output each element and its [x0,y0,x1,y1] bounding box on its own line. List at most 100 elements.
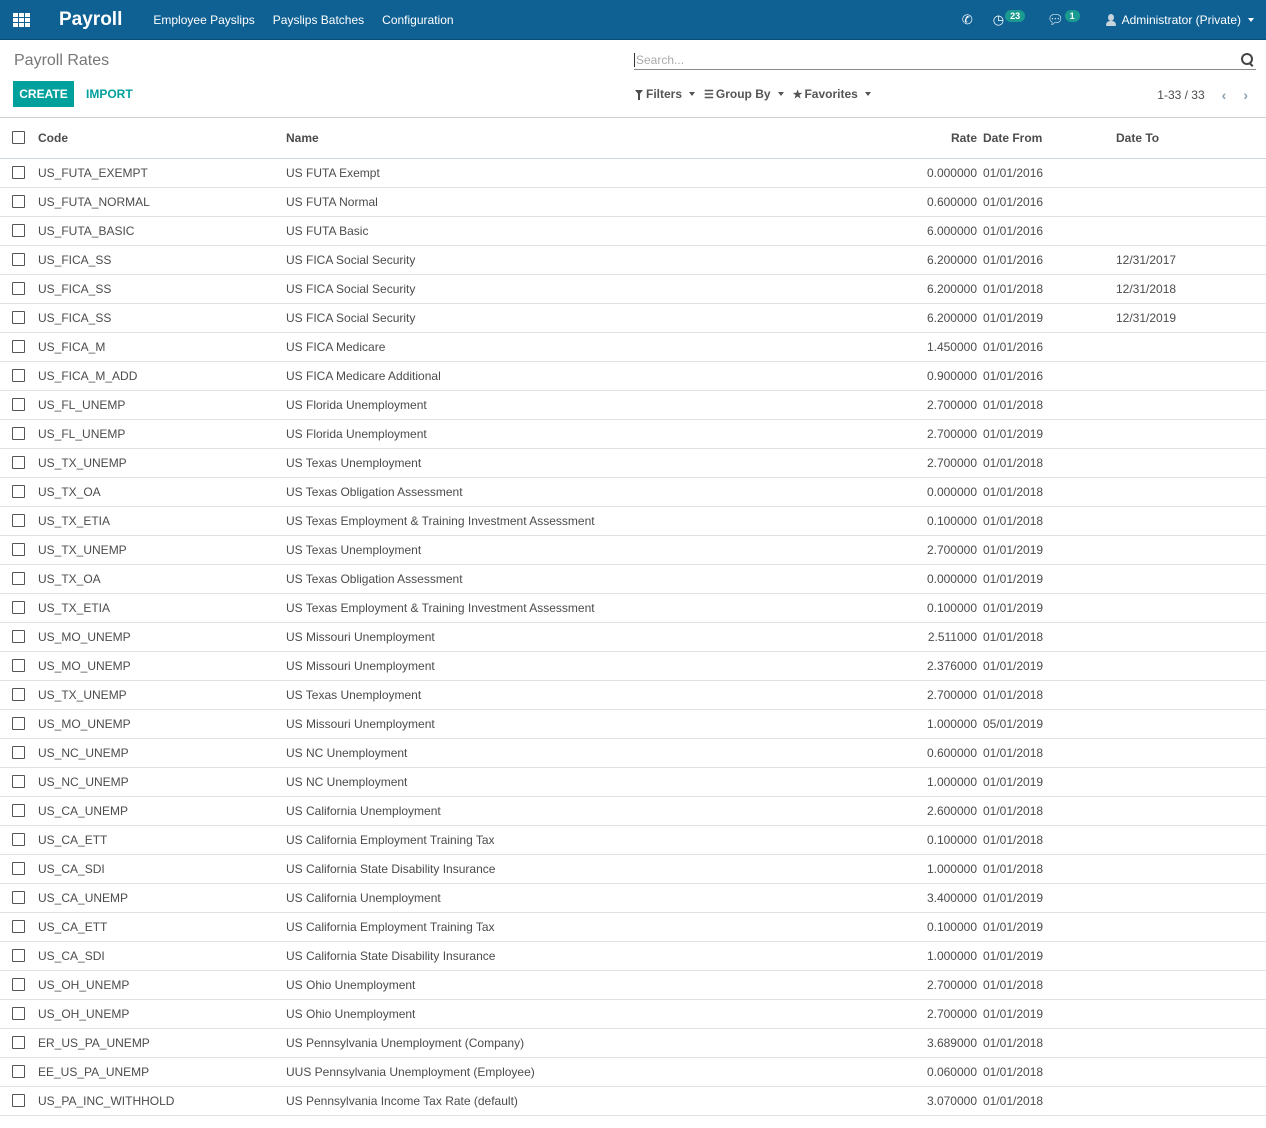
cell-date-from[interactable]: 01/01/2016 [981,187,1116,217]
cell-date-from[interactable]: 01/01/2018 [981,390,1116,420]
cell-rate[interactable]: 0.100000 [889,506,981,536]
favorites-dropdown[interactable]: ★ Favorites [793,87,871,101]
cell-name[interactable]: US Missouri Unemployment [286,651,889,681]
cell-date-to[interactable] [1116,1086,1266,1116]
cell-code[interactable]: EE_US_PA_UNEMP [38,1057,286,1087]
cell-code[interactable]: US_FICA_M_ADD [38,361,286,391]
row-checkbox[interactable] [12,862,25,875]
cell-date-from[interactable]: 01/01/2019 [981,883,1116,913]
cell-code[interactable]: US_FICA_SS [38,274,286,304]
cell-name[interactable]: US Florida Unemployment [286,390,889,420]
cell-name[interactable]: US FUTA Exempt [286,158,889,188]
cell-code[interactable]: US_PA_INC_WITHHOLD [38,1086,286,1116]
row-checkbox[interactable] [12,485,25,498]
cell-rate[interactable]: 0.100000 [889,593,981,623]
cell-name[interactable]: UUS Pennsylvania Unemployment (Employee) [286,1057,889,1087]
cell-date-from[interactable]: 01/01/2018 [981,274,1116,304]
cell-date-from[interactable]: 01/01/2019 [981,912,1116,942]
cell-rate[interactable]: 3.689000 [889,1028,981,1058]
table-row[interactable]: US_FL_UNEMP US Florida Unemployment 2.7000… [0,390,1266,420]
cell-date-from[interactable]: 01/01/2018 [981,1057,1116,1087]
cell-rate[interactable]: 0.600000 [889,738,981,768]
cell-rate[interactable]: 1.000000 [889,941,981,971]
cell-date-from[interactable]: 01/01/2016 [981,216,1116,246]
cell-code[interactable]: US_CA_SDI [38,854,286,884]
row-checkbox[interactable] [12,369,25,382]
cell-rate[interactable]: 6.000000 [889,216,981,246]
cell-code[interactable]: ER_US_PA_UNEMP [38,1028,286,1058]
row-checkbox[interactable] [12,340,25,353]
cell-name[interactable]: US Missouri Unemployment [286,622,889,652]
cell-name[interactable]: US Florida Unemployment [286,419,889,449]
cell-rate[interactable]: 0.100000 [889,912,981,942]
cell-rate[interactable]: 6.200000 [889,303,981,333]
cell-code[interactable]: US_TX_ETIA [38,593,286,623]
cell-rate[interactable]: 0.000000 [889,564,981,594]
cell-date-from[interactable]: 01/01/2019 [981,535,1116,565]
table-row[interactable]: US_CA_UNEMP US California Unemployment 3.4… [0,883,1266,913]
cell-date-to[interactable] [1116,709,1266,739]
cell-name[interactable]: US FICA Social Security [286,274,889,304]
apps-menu-icon[interactable] [13,12,30,27]
cell-code[interactable]: US_FL_UNEMP [38,390,286,420]
cell-rate[interactable]: 2.700000 [889,419,981,449]
cell-code[interactable]: US_CA_ETT [38,912,286,942]
cell-name[interactable]: US California Employment Training Tax [286,825,889,855]
cell-rate[interactable]: 3.400000 [889,883,981,913]
table-row[interactable]: US_TX_UNEMP US Texas Unemployment 2.700000… [0,448,1266,478]
cell-date-to[interactable] [1116,564,1266,594]
row-checkbox[interactable] [12,572,25,585]
row-checkbox[interactable] [12,166,25,179]
cell-date-to[interactable] [1116,158,1266,188]
cell-date-to[interactable]: 12/31/2017 [1116,245,1266,275]
cell-date-to[interactable] [1116,332,1266,362]
cell-date-from[interactable]: 01/01/2018 [981,506,1116,536]
cell-name[interactable]: US California Employment Training Tax [286,912,889,942]
cell-name[interactable]: US Texas Obligation Assessment [286,564,889,594]
cell-rate[interactable]: 1.000000 [889,854,981,884]
table-row[interactable]: US_TX_OA US Texas Obligation Assessment 0.… [0,564,1266,594]
cell-code[interactable]: US_CA_ETT [38,825,286,855]
cell-date-from[interactable]: 01/01/2019 [981,941,1116,971]
phone-icon[interactable]: ✆ [962,12,973,28]
cell-rate[interactable]: 2.700000 [889,999,981,1029]
row-checkbox[interactable] [12,543,25,556]
search-icon[interactable] [1241,53,1254,66]
cell-name[interactable]: US Pennsylvania Unemployment (Company) [286,1028,889,1058]
cell-date-from[interactable]: 01/01/2018 [981,622,1116,652]
cell-date-to[interactable]: 12/31/2019 [1116,303,1266,333]
table-row[interactable]: US_MO_UNEMP US Missouri Unemployment 2.511… [0,622,1266,652]
cell-rate[interactable]: 3.070000 [889,1086,981,1116]
cell-rate[interactable]: 2.700000 [889,390,981,420]
cell-rate[interactable]: 2.700000 [889,970,981,1000]
cell-name[interactable]: US California State Disability Insurance [286,854,889,884]
pager-previous-icon[interactable]: ‹ [1222,87,1227,103]
cell-code[interactable]: US_FICA_SS [38,303,286,333]
user-menu[interactable]: Administrator (Private) [1105,13,1254,27]
cell-date-to[interactable] [1116,1057,1266,1087]
select-all-checkbox[interactable] [12,131,25,145]
row-checkbox[interactable] [12,978,25,991]
table-row[interactable]: US_TX_UNEMP US Texas Unemployment 2.700000… [0,535,1266,565]
row-checkbox[interactable] [12,746,25,759]
table-row[interactable]: US_CA_UNEMP US California Unemployment 2.6… [0,796,1266,826]
row-checkbox[interactable] [12,224,25,237]
cell-name[interactable]: US Ohio Unemployment [286,970,889,1000]
row-checkbox[interactable] [12,253,25,266]
groupby-dropdown[interactable]: ☰ Group By [704,87,784,101]
table-row[interactable]: US_PA_INC_WITHHOLD US Pennsylvania Income… [0,1086,1266,1116]
table-row[interactable]: US_CA_SDI US California State Disability … [0,941,1266,971]
row-checkbox[interactable] [12,195,25,208]
cell-code[interactable]: US_TX_ETIA [38,506,286,536]
row-checkbox[interactable] [12,514,25,527]
cell-date-to[interactable] [1116,506,1266,536]
table-row[interactable]: US_OH_UNEMP US Ohio Unemployment 2.700000 0… [0,970,1266,1000]
cell-date-to[interactable] [1116,767,1266,797]
cell-rate[interactable]: 6.200000 [889,245,981,275]
cell-name[interactable]: US Pennsylvania Income Tax Rate (default… [286,1086,889,1116]
cell-code[interactable]: US_TX_UNEMP [38,680,286,710]
cell-name[interactable]: US NC Unemployment [286,767,889,797]
cell-date-to[interactable] [1116,796,1266,826]
table-row[interactable]: US_FICA_SS US FICA Social Security 6.20000… [0,303,1266,333]
cell-rate[interactable]: 0.000000 [889,158,981,188]
